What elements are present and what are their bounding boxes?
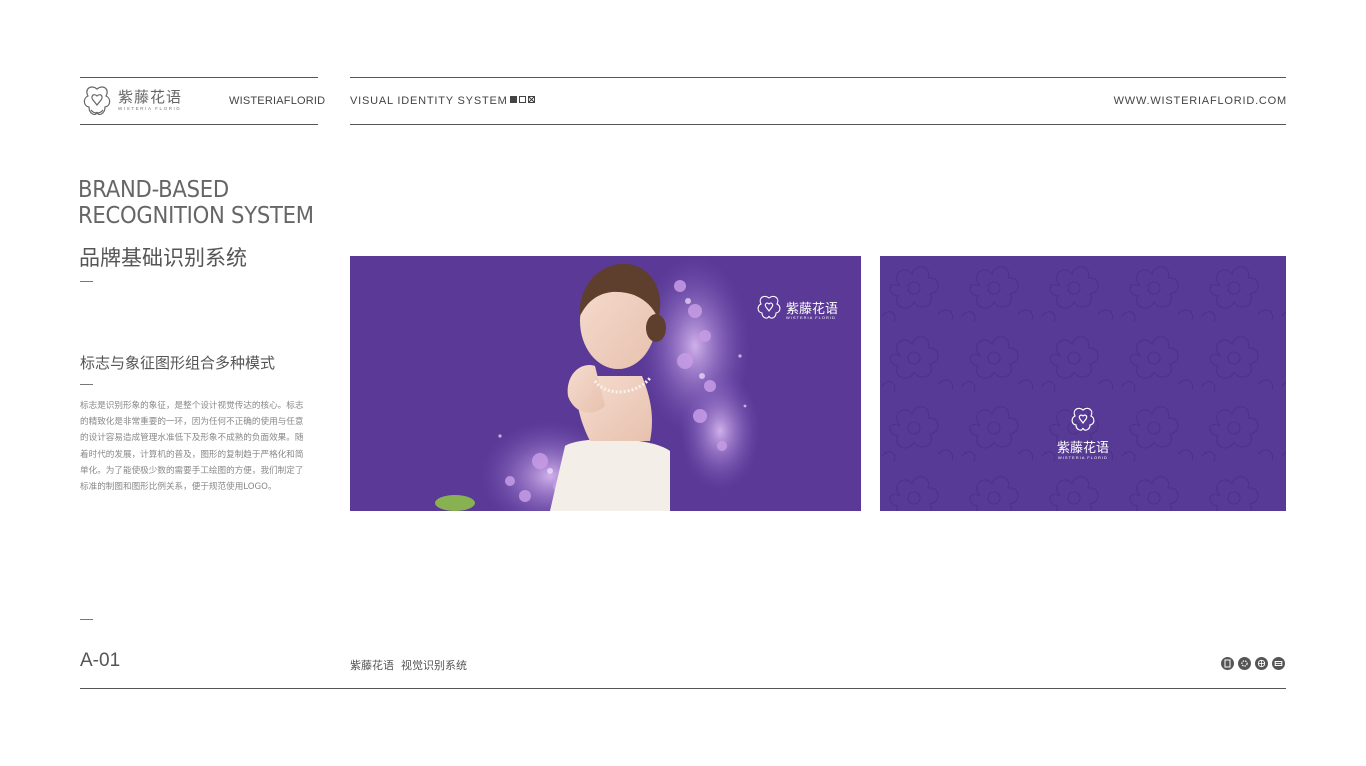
- divider-dash: [80, 281, 93, 282]
- section-heading-english: BRAND-BASED RECOGNITION SYSTEM: [78, 177, 314, 229]
- footer-title: 紫藤花语 视觉识别系统: [350, 659, 467, 672]
- logo-chinese-name: 紫藤花语: [118, 88, 183, 107]
- heading-line-1: BRAND-BASED: [78, 177, 229, 203]
- section-heading-chinese: 品牌基础识别系统: [79, 246, 247, 270]
- brand-pattern-panel: 紫藤花语 WISTERIA FLORID: [880, 256, 1286, 511]
- brand-name-text: WISTERIAFLORID: [229, 95, 326, 107]
- header-rule-left-bottom: [80, 124, 318, 125]
- outline-square-icon: [519, 96, 526, 103]
- header-rule-right-top: [350, 77, 1286, 78]
- description-paragraph: 标志是识别形象的象征，是整个设计视觉传达的核心。标志的精致化是非常重要的一环，因…: [80, 401, 304, 493]
- footer-icons: [1221, 657, 1285, 670]
- logo-english-name: WISTERIA FLORID: [118, 106, 182, 112]
- panel2-logo-chinese: 紫藤花语: [1057, 440, 1109, 456]
- footer-dash: [80, 619, 93, 620]
- system-title: VISUAL IDENTITY SYSTEM: [350, 95, 508, 107]
- filled-square-icon: [510, 96, 517, 103]
- header-rule-right-bottom: [350, 124, 1286, 125]
- document-icon: [1221, 657, 1234, 670]
- globe-icon: [1255, 657, 1268, 670]
- crossed-square-icon: [528, 96, 535, 103]
- website-url: WWW.WISTERIAFLORID.COM: [1113, 95, 1287, 107]
- subheading: 标志与象征图形组合多种模式: [80, 354, 276, 372]
- footer-rule: [80, 688, 1286, 689]
- brand-photo-panel: 紫藤花语 WISTERIA FLORID: [350, 256, 861, 511]
- panel1-logo-english: WISTERIA FLORID: [786, 315, 836, 320]
- message-icon: [1272, 657, 1285, 670]
- floral-pattern-image: 紫藤花语 WISTERIA FLORID: [880, 256, 1286, 511]
- header-rule-left-top: [80, 77, 318, 78]
- brand-logo: 紫藤花语 WISTERIA FLORID: [80, 82, 190, 120]
- panel2-logo-english: WISTERIA FLORID: [1058, 455, 1108, 460]
- square-icons: [510, 96, 535, 103]
- heading-line-2: RECOGNITION SYSTEM: [78, 203, 314, 229]
- model-with-flowers-image: 紫藤花语 WISTERIA FLORID: [350, 256, 861, 511]
- page-number: A-01: [80, 650, 121, 671]
- divider-dash: [80, 384, 93, 385]
- settings-icon: [1238, 657, 1251, 670]
- wisteria-logo-icon: [83, 86, 111, 116]
